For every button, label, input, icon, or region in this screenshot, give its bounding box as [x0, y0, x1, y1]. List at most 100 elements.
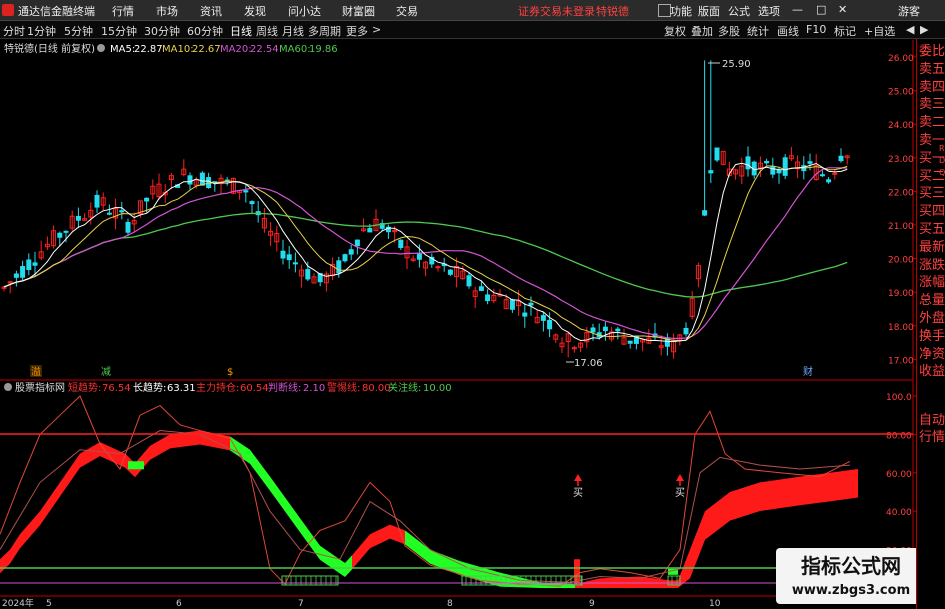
period-tab-1min[interactable]: 1分钟 — [27, 23, 56, 39]
period-tab-more[interactable]: 更多 — [346, 23, 368, 39]
indicator-settings-icon[interactable] — [4, 383, 12, 391]
candle-body — [94, 194, 100, 208]
panel-vertical-labels: RDQ — [939, 143, 945, 179]
menu-item-function[interactable]: 功能 — [670, 3, 692, 19]
ma10-value: 22.67 — [192, 44, 221, 55]
year-label: 2024年 — [2, 597, 34, 609]
period-tab-monthly[interactable]: 月线 — [282, 23, 304, 39]
buy-signal-1[interactable]: 买 — [573, 487, 583, 499]
candle-body — [683, 327, 689, 335]
period-tab-weekly[interactable]: 周线 — [256, 23, 278, 39]
menu-item-trade[interactable]: 交易 — [396, 3, 418, 19]
event-marker-3-label[interactable]: $ — [227, 367, 233, 378]
toolbar-button-adjust[interactable]: 复权 — [664, 23, 686, 39]
candle-body — [398, 239, 404, 248]
candle-body — [336, 260, 342, 274]
chevron-right-icon[interactable]: > — [372, 23, 381, 36]
candle-body — [602, 326, 608, 332]
ma10-label: MA10: — [162, 44, 194, 55]
candle-body — [478, 286, 484, 291]
arrow-right-icon[interactable]: ▶ — [920, 23, 928, 36]
vertical-label: R — [939, 144, 945, 153]
candle-body — [249, 201, 255, 205]
toolbar-button-stats[interactable]: 统计 — [747, 23, 769, 39]
candle-body — [13, 273, 19, 278]
toolbar-button-draw[interactable]: 画线 — [777, 23, 799, 39]
stock-title: 特锐德(日线 前复权) — [4, 42, 95, 55]
indicator-name[interactable]: 股票指标网 — [15, 381, 65, 394]
guest-label[interactable]: 游客 — [898, 3, 920, 19]
candle-body — [63, 230, 69, 233]
candle-body — [199, 172, 205, 186]
toolbar-button-mark[interactable]: 标记 — [834, 23, 856, 39]
menu-item-wealth[interactable]: 财富圈 — [342, 3, 375, 19]
candle-body — [547, 319, 553, 330]
alert-line-label: 警惕线: — [327, 381, 360, 394]
candle-body — [782, 157, 788, 176]
toolbar-button-add-watchlist[interactable]: +自选 — [864, 23, 895, 39]
indicator-axis: 100.080.0060.0040.0020.00 — [886, 393, 917, 557]
quote-field-label: 总量 — [919, 293, 945, 309]
ma60-label: MA60: — [279, 44, 311, 55]
period-tab-60min[interactable]: 60分钟 — [187, 23, 223, 39]
candle-body — [832, 172, 838, 175]
maximize-icon[interactable]: □ — [816, 3, 826, 16]
minimize-icon[interactable]: — — [792, 3, 803, 16]
period-tab-multi[interactable]: 多周期 — [308, 23, 341, 39]
candle-body — [75, 216, 81, 221]
period-tab-15min[interactable]: 15分钟 — [101, 23, 137, 39]
menu-item-market[interactable]: 市场 — [156, 3, 178, 19]
candle-body — [32, 262, 38, 266]
candle-body — [819, 174, 825, 177]
quote-field-label: 卖四 — [919, 79, 945, 95]
candle-body — [416, 253, 422, 260]
toolbar-button-multistock[interactable]: 多股 — [718, 23, 740, 39]
menu-item-quote[interactable]: 行情 — [112, 3, 134, 19]
quote-field-label: 换手 — [919, 328, 945, 344]
price-tick-label: 22.00 — [888, 188, 914, 198]
candle-body — [708, 170, 714, 174]
watch-line-value: 10.00 — [423, 383, 452, 394]
ma20-value: 22.54 — [250, 44, 279, 55]
period-tab-5min[interactable]: 5分钟 — [64, 23, 93, 39]
quote-field-label: 收益 — [919, 364, 945, 380]
menu-item-ask[interactable]: 问小达 — [288, 3, 321, 19]
price-tick-label: 20.00 — [888, 256, 914, 266]
candle-body — [540, 315, 546, 321]
menu-item-layout[interactable]: 版面 — [698, 3, 720, 19]
settings-icon[interactable] — [97, 44, 105, 52]
candle-body — [106, 212, 112, 215]
month-label-10: 10 — [709, 599, 721, 609]
candle-body — [435, 266, 441, 269]
event-marker-4-label[interactable]: 财 — [803, 365, 813, 378]
close-icon[interactable]: ✕ — [838, 3, 847, 16]
period-tab-timeshare[interactable]: 分时 — [3, 23, 25, 39]
quote-field-label: 涨跌 — [919, 257, 945, 273]
login-notice[interactable]: 证券交易未登录 — [518, 3, 595, 19]
menu-item-options[interactable]: 选项 — [758, 3, 780, 19]
period-tab-30min[interactable]: 30分钟 — [144, 23, 180, 39]
period-tab-daily[interactable]: 日线 — [230, 23, 252, 39]
menu-bar: 通达信金融终端 行情 市场 资讯 发现 问小达 财富圈 交易 证券交易未登录 特… — [0, 0, 945, 21]
auto-quote-label[interactable]: 自动 行情 — [919, 412, 945, 446]
menu-item-discover[interactable]: 发现 — [244, 3, 266, 19]
toolbar-button-overlay[interactable]: 叠加 — [691, 23, 713, 39]
candle-body — [807, 161, 813, 164]
event-marker-2-label[interactable]: 减 — [101, 366, 111, 378]
buy-signal-2[interactable]: 买 — [675, 487, 685, 499]
ma20-line — [3, 167, 848, 339]
quote-field-label: 卖三 — [919, 97, 945, 113]
price-tick-label: 26.00 — [888, 54, 914, 64]
indicator-series — [0, 395, 858, 588]
short-trend-label: 短趋势: — [68, 381, 101, 394]
indicator-tick-label: 40.00 — [886, 508, 912, 518]
menu-item-formula[interactable]: 公式 — [728, 3, 750, 19]
candle-body — [354, 239, 360, 247]
arrow-left-icon[interactable]: ◀ — [906, 23, 914, 36]
candle-body — [714, 147, 720, 161]
candle-body — [615, 328, 621, 332]
candle-body — [764, 160, 770, 164]
toolbar-button-f10[interactable]: F10 — [806, 23, 826, 36]
menu-item-news[interactable]: 资讯 — [200, 3, 222, 19]
chart-area[interactable]: 特锐德(日线 前复权) MA5: 22.87 MA10: 22.67 MA20:… — [0, 39, 945, 609]
